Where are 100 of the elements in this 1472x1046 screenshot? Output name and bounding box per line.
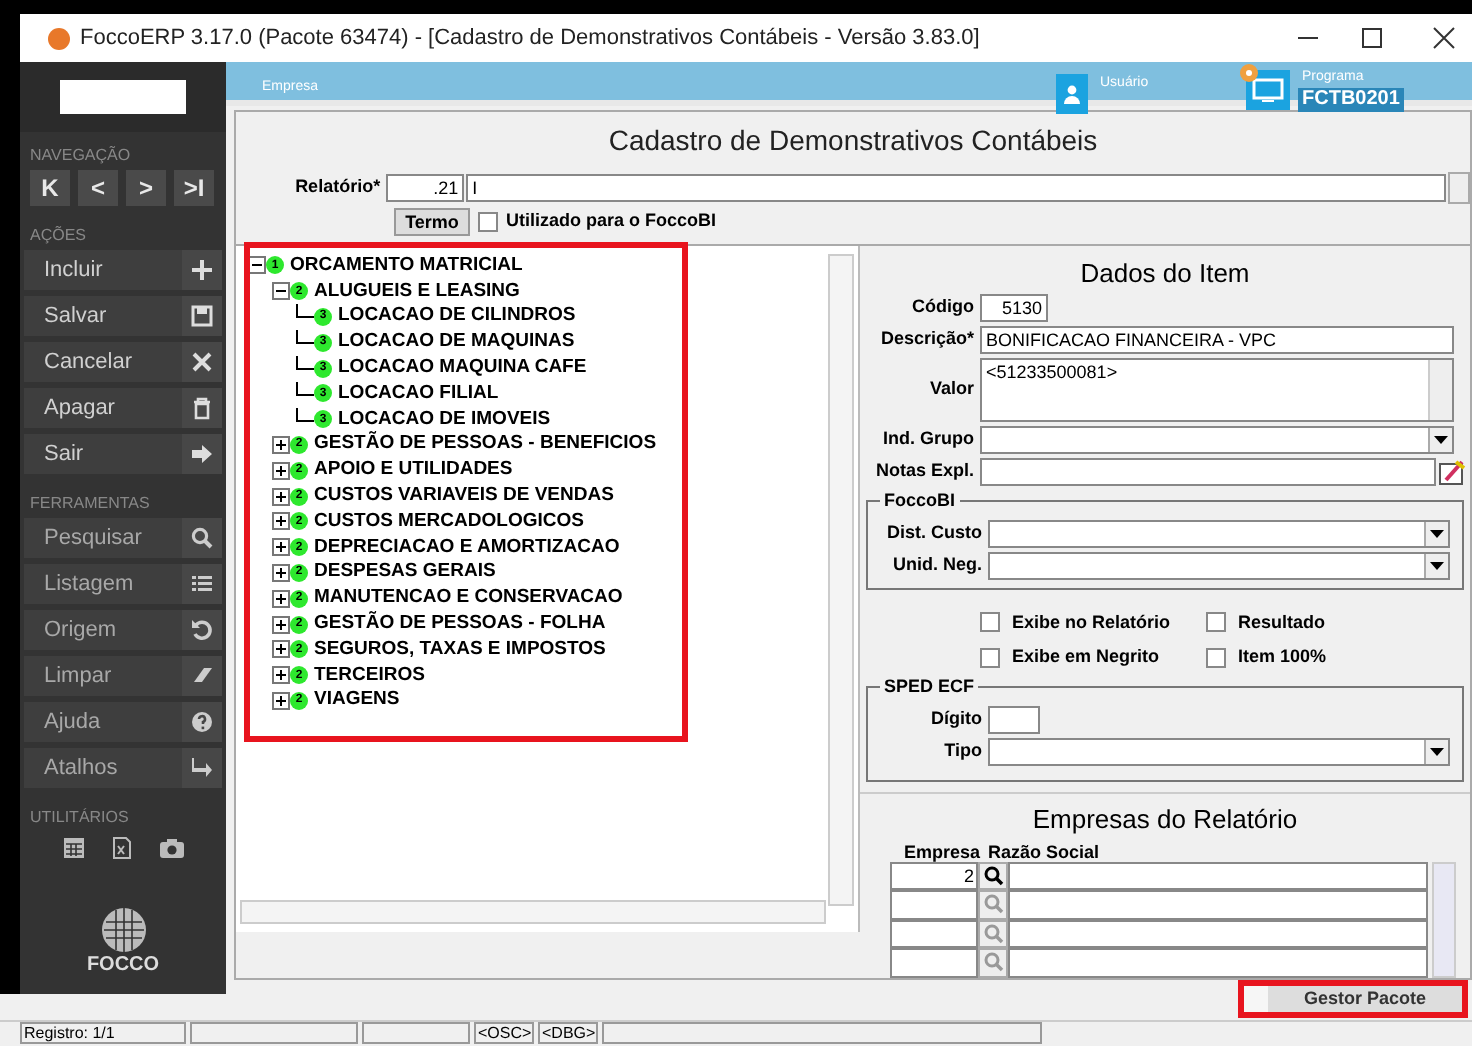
term-button[interactable]: Termo (394, 207, 470, 235)
sidebar-button[interactable]: Ajuda (24, 702, 182, 742)
sidebar-button[interactable]: Listagem (24, 564, 182, 604)
checkbox[interactable] (980, 647, 1000, 668)
help-icon (190, 710, 214, 734)
sidebar-button[interactable]: Pesquisar (24, 518, 182, 558)
dropdown-button[interactable] (1424, 521, 1448, 545)
report-name-field[interactable]: I (466, 173, 1447, 201)
icon-button[interactable] (182, 250, 222, 290)
dropdown-button[interactable] (1424, 553, 1448, 577)
caret-icon (1430, 529, 1444, 537)
expand-toggle[interactable] (272, 666, 290, 685)
undo-icon (190, 618, 214, 642)
calculator-icon (61, 836, 85, 860)
plus-icon (190, 258, 214, 282)
checkbox[interactable] (1206, 612, 1226, 633)
expand-toggle[interactable] (272, 563, 290, 582)
sidebar-button[interactable]: Cancelar (24, 342, 182, 382)
plus-icon (274, 617, 288, 632)
company-field[interactable]: 2 (890, 861, 978, 890)
program-button[interactable] (1246, 70, 1290, 110)
expand-toggle[interactable] (272, 640, 290, 659)
expand-toggle[interactable] (272, 461, 290, 480)
company-field[interactable] (890, 919, 978, 948)
last-record-button[interactable]: >I (174, 170, 214, 206)
sidebar-button[interactable]: Incluir (24, 250, 182, 290)
gestor-pacote-button[interactable]: Gestor Pacote (1268, 985, 1462, 1011)
first-record-button[interactable]: K (30, 170, 70, 206)
icon-button[interactable] (182, 656, 222, 696)
collapse-toggle[interactable] (272, 282, 290, 301)
icon-button[interactable] (182, 388, 222, 428)
icon-button[interactable] (182, 296, 222, 336)
icon-button[interactable] (182, 518, 222, 558)
sidebar-button[interactable]: Apagar (24, 388, 182, 428)
vertical-scrollbar[interactable] (828, 253, 854, 905)
report-label: Relatório* (293, 173, 383, 200)
checkbox[interactable] (980, 612, 1000, 633)
expand-toggle[interactable] (272, 691, 290, 710)
expand-toggle[interactable] (272, 538, 290, 557)
plus-icon (274, 514, 288, 529)
user-button[interactable] (1056, 74, 1088, 114)
column-header: Razão Social (988, 839, 1100, 861)
description-field[interactable]: BONIFICACAO FINANCEIRA - VPC (980, 325, 1454, 353)
expand-toggle[interactable] (272, 589, 290, 608)
checkbox-label: Item 100% (1238, 644, 1327, 670)
icon-button[interactable] (182, 564, 222, 604)
company-name-field[interactable] (1008, 948, 1428, 977)
sidebar-button[interactable]: Salvar (24, 296, 182, 336)
logo-placeholder (60, 80, 186, 114)
checkbox-label: Exibe em Negrito (1012, 644, 1160, 670)
search-icon (983, 952, 1003, 973)
icon-button[interactable] (182, 610, 222, 650)
expand-toggle[interactable] (272, 615, 290, 634)
field-label: Código (910, 293, 976, 320)
field-label: Dist. Custo (884, 519, 984, 546)
field-label: Dígito (929, 705, 984, 732)
plus-icon (274, 565, 288, 580)
icon-button[interactable] (182, 748, 222, 788)
company-name-field[interactable] (1008, 861, 1428, 890)
caret-icon (1430, 561, 1444, 569)
expand-toggle[interactable] (272, 487, 290, 506)
section-title: UTILITÁRIOS (28, 806, 131, 830)
company-name-field[interactable] (1008, 919, 1428, 948)
sidebar-button[interactable]: Atalhos (24, 748, 182, 788)
company-field[interactable] (890, 890, 978, 919)
company-field[interactable] (890, 948, 978, 977)
dropdown-button[interactable] (1428, 427, 1452, 451)
digit-field[interactable] (988, 705, 1040, 733)
expand-toggle[interactable] (272, 435, 290, 454)
exit-icon (190, 442, 214, 466)
lookup-button[interactable] (978, 861, 1008, 890)
vertical-scrollbar[interactable] (1428, 359, 1452, 419)
eraser-icon (190, 664, 214, 688)
notes-field[interactable] (980, 457, 1436, 485)
field-label: Tipo (942, 737, 984, 764)
sidebar-button[interactable]: Sair (24, 434, 182, 474)
sidebar-button[interactable]: Limpar (24, 656, 182, 696)
dropdown-button[interactable] (1424, 739, 1448, 763)
value-field[interactable]: <51233500081> (980, 357, 1454, 421)
monitor-icon (1252, 78, 1284, 102)
icon-button[interactable] (182, 342, 222, 382)
globe-logo-icon (99, 906, 147, 954)
icon-button[interactable] (182, 702, 222, 742)
sidebar-button[interactable]: Origem (24, 610, 182, 650)
next-record-button[interactable]: > (126, 170, 166, 206)
checkbox[interactable] (478, 211, 498, 231)
code-field[interactable]: 5130 (980, 293, 1048, 321)
camera-icon (157, 836, 185, 860)
expand-toggle[interactable] (272, 512, 290, 531)
company-name-field[interactable] (1008, 890, 1428, 919)
caret-icon (1434, 435, 1448, 443)
vertical-scrollbar[interactable] (1432, 861, 1456, 977)
previous-record-button[interactable]: < (78, 170, 118, 206)
plus-icon (274, 437, 288, 452)
horizontal-scrollbar[interactable] (240, 899, 826, 923)
checkbox[interactable] (1206, 647, 1226, 668)
report-code-field[interactable]: .21 (386, 173, 465, 201)
icon-button[interactable] (182, 434, 222, 474)
app-icon (48, 27, 70, 49)
trash-icon (190, 396, 214, 420)
